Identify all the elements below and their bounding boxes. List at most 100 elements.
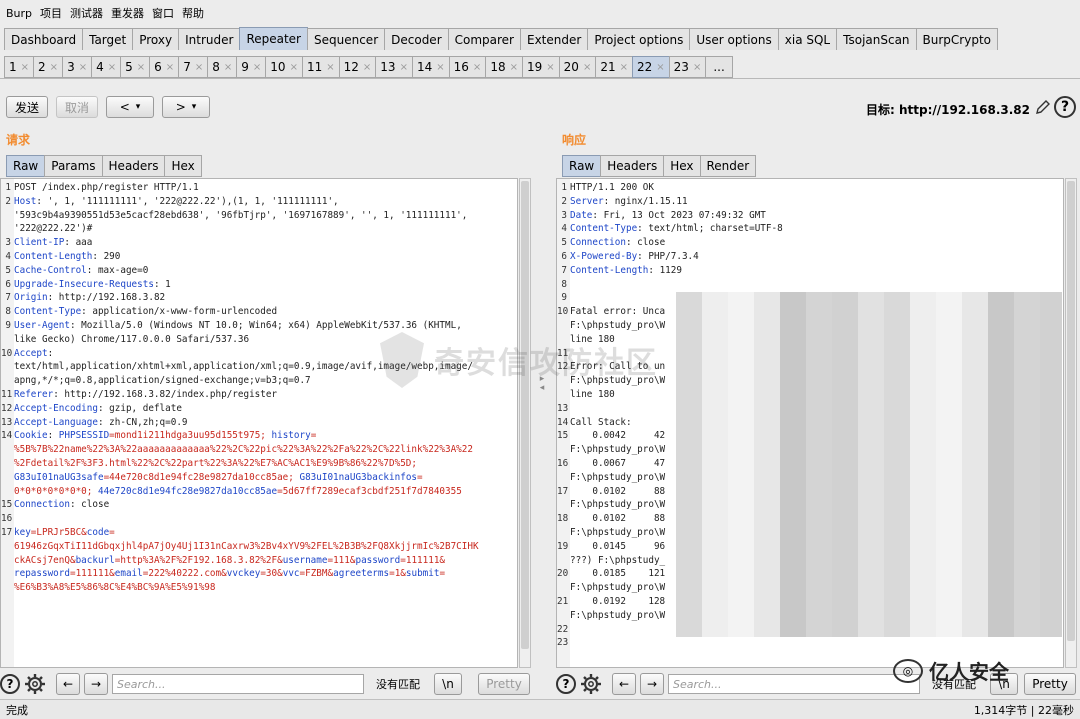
edit-target-pencil-icon[interactable] bbox=[1034, 98, 1052, 116]
view-tab-headers[interactable]: Headers bbox=[600, 155, 665, 177]
response-scrollbar[interactable] bbox=[1065, 178, 1077, 668]
view-tab-headers[interactable]: Headers bbox=[101, 155, 166, 177]
search-prev-button[interactable]: ← bbox=[56, 673, 80, 695]
repeater-tab[interactable]: 4 × bbox=[91, 56, 122, 78]
menu-item[interactable]: 窗口 bbox=[152, 5, 174, 21]
gear-icon[interactable] bbox=[580, 673, 602, 695]
search-next-button[interactable]: → bbox=[640, 673, 664, 695]
view-tab-params[interactable]: Params bbox=[44, 155, 103, 177]
tab-tsojanscan[interactable]: TsojanScan bbox=[836, 28, 917, 50]
repeater-tab[interactable]: 23 × bbox=[668, 56, 707, 78]
search-next-button[interactable]: → bbox=[84, 673, 108, 695]
send-button[interactable]: 发送 bbox=[6, 96, 48, 118]
close-icon[interactable]: × bbox=[656, 62, 664, 73]
redaction-cell bbox=[910, 292, 936, 316]
search-input[interactable]: Search... bbox=[112, 674, 364, 694]
close-icon[interactable]: × bbox=[79, 62, 87, 73]
help-icon[interactable]: ? bbox=[0, 674, 20, 694]
close-icon[interactable]: × bbox=[326, 62, 334, 73]
repeater-tab[interactable]: 1 × bbox=[4, 56, 35, 78]
repeater-tab[interactable]: 14 × bbox=[411, 56, 450, 78]
close-icon[interactable]: × bbox=[195, 62, 203, 73]
repeater-tab[interactable]: 16 × bbox=[448, 56, 487, 78]
view-tab-raw[interactable]: Raw bbox=[562, 155, 602, 177]
pretty-button[interactable]: Pretty bbox=[478, 673, 530, 695]
menu-item[interactable]: Burp bbox=[6, 7, 32, 20]
redaction-cell bbox=[884, 316, 910, 340]
close-icon[interactable]: × bbox=[693, 62, 701, 73]
close-icon[interactable]: × bbox=[166, 62, 174, 73]
close-icon[interactable]: × bbox=[473, 62, 481, 73]
search-input[interactable]: Search... bbox=[668, 674, 920, 694]
repeater-tab[interactable]: 18 × bbox=[485, 56, 523, 78]
view-tab-render[interactable]: Render bbox=[699, 155, 757, 177]
help-icon[interactable]: ? bbox=[1054, 96, 1076, 118]
repeater-tab[interactable]: 11 × bbox=[301, 56, 340, 78]
tab-user-options[interactable]: User options bbox=[689, 28, 779, 50]
repeater-tab[interactable]: 19 × bbox=[521, 56, 560, 78]
repeater-tab[interactable]: 20 × bbox=[558, 56, 597, 78]
repeater-tab[interactable]: 2 × bbox=[33, 56, 64, 78]
close-icon[interactable]: × bbox=[108, 62, 116, 73]
view-tab-hex[interactable]: Hex bbox=[164, 155, 202, 177]
close-icon[interactable]: × bbox=[546, 62, 554, 73]
repeater-tab[interactable]: 13 × bbox=[375, 56, 413, 78]
close-icon[interactable]: × bbox=[583, 62, 591, 73]
view-tab-raw[interactable]: Raw bbox=[6, 155, 46, 177]
menu-item[interactable]: 帮助 bbox=[182, 5, 204, 21]
close-icon[interactable]: × bbox=[224, 62, 232, 73]
split-divider[interactable]: ▸ ◂ bbox=[540, 125, 545, 705]
repeater-tab[interactable]: 10 × bbox=[265, 56, 303, 78]
repeater-tab[interactable]: 22 × bbox=[632, 56, 670, 78]
repeater-tab[interactable]: 3 × bbox=[62, 56, 93, 78]
close-icon[interactable]: × bbox=[620, 62, 628, 73]
newline-toggle[interactable]: \n bbox=[434, 673, 462, 695]
scrollbar-thumb[interactable] bbox=[521, 181, 529, 649]
tab-decoder[interactable]: Decoder bbox=[384, 28, 449, 50]
history-forward-button[interactable]: > ▾ bbox=[162, 96, 210, 118]
close-icon[interactable]: × bbox=[363, 62, 371, 73]
close-icon[interactable]: × bbox=[510, 62, 518, 73]
view-tab-hex[interactable]: Hex bbox=[663, 155, 701, 177]
repeater-tab[interactable]: 5 × bbox=[120, 56, 151, 78]
repeater-tab[interactable]: 21 × bbox=[595, 56, 633, 78]
close-icon[interactable]: × bbox=[137, 62, 145, 73]
close-icon[interactable]: × bbox=[21, 62, 29, 73]
tab-extender[interactable]: Extender bbox=[520, 28, 589, 50]
repeater-tab[interactable]: 7 × bbox=[178, 56, 209, 78]
menu-item[interactable]: 重发器 bbox=[111, 5, 144, 21]
tab-comparer[interactable]: Comparer bbox=[447, 28, 521, 50]
close-icon[interactable]: × bbox=[50, 62, 58, 73]
repeater-tab[interactable]: 9 × bbox=[236, 56, 267, 78]
close-icon[interactable]: × bbox=[253, 62, 261, 73]
line-number bbox=[1, 222, 14, 236]
close-icon[interactable]: × bbox=[290, 62, 298, 73]
help-icon[interactable]: ? bbox=[556, 674, 576, 694]
tab-burpcrypto[interactable]: BurpCrypto bbox=[915, 28, 998, 50]
history-back-button[interactable]: < ▾ bbox=[106, 96, 154, 118]
menu-item[interactable]: 项目 bbox=[40, 5, 62, 21]
more-tabs-button[interactable]: ... bbox=[705, 56, 733, 78]
scrollbar-thumb[interactable] bbox=[1067, 181, 1075, 641]
search-prev-button[interactable]: ← bbox=[612, 673, 636, 695]
redaction-cell bbox=[1014, 460, 1040, 484]
cancel-button[interactable]: 取消 bbox=[56, 96, 98, 118]
tab-project-options[interactable]: Project options bbox=[587, 28, 691, 50]
close-icon[interactable]: × bbox=[436, 62, 444, 73]
tab-xia-sql[interactable]: xia SQL bbox=[777, 28, 838, 50]
repeater-tab[interactable]: 8 × bbox=[207, 56, 238, 78]
close-icon[interactable]: × bbox=[400, 62, 408, 73]
tab-proxy[interactable]: Proxy bbox=[132, 28, 180, 50]
request-editor[interactable]: 1 POST /index.php/register HTTP/1.1 2 Host:… bbox=[0, 178, 518, 668]
tab-sequencer[interactable]: Sequencer bbox=[307, 28, 386, 50]
repeater-tab[interactable]: 12 × bbox=[338, 56, 377, 78]
tab-target[interactable]: Target bbox=[82, 28, 134, 50]
tab-repeater[interactable]: Repeater bbox=[239, 27, 308, 50]
tab-dashboard[interactable]: Dashboard bbox=[4, 28, 84, 50]
tab-intruder[interactable]: Intruder bbox=[178, 28, 241, 50]
request-scrollbar[interactable] bbox=[519, 178, 531, 668]
menu-item[interactable]: 测试器 bbox=[70, 5, 103, 21]
pretty-button[interactable]: Pretty bbox=[1024, 673, 1076, 695]
repeater-tab[interactable]: 6 × bbox=[149, 56, 180, 78]
gear-icon[interactable] bbox=[24, 673, 46, 695]
